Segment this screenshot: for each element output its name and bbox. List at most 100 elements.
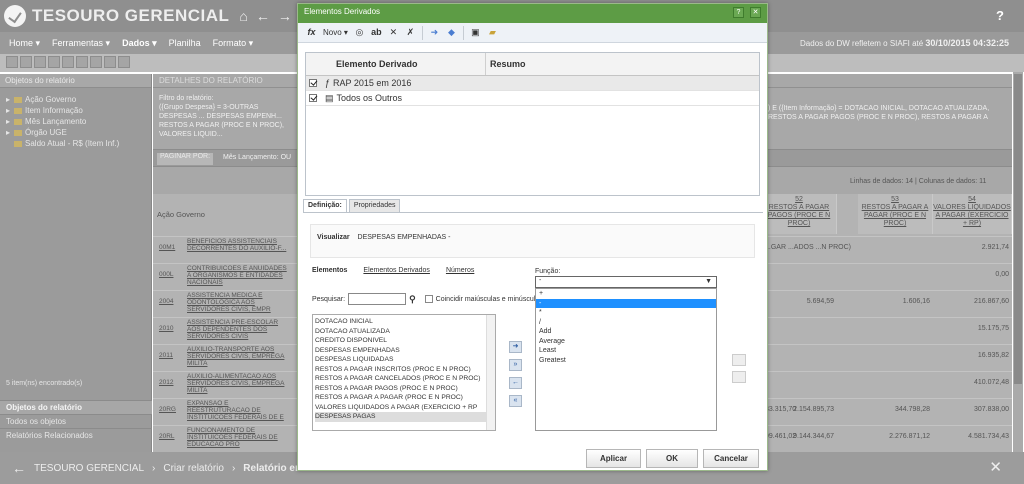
match-case-checkbox[interactable]	[424, 295, 433, 303]
remove-arrow-icon[interactable]: ←	[509, 377, 522, 389]
dialog-help-button[interactable]: ?	[733, 7, 744, 18]
breadcrumb-item[interactable]: TESOURO GERENCIAL	[34, 463, 144, 474]
tree-item[interactable]: ▸ Órgão UGE	[0, 127, 151, 138]
new-button[interactable]: Novo ▾	[323, 28, 348, 37]
column-header[interactable]: 53 RESTOS A PAGAR A PAGAR (PROC E N PROC)	[858, 194, 933, 234]
field-item[interactable]: VALORES LIQUIDADOS A PAGAR (EXERCICIO + …	[315, 403, 493, 413]
tree-item[interactable]: ▸ Mês Lançamento	[0, 116, 151, 127]
field-item[interactable]: RESTOS A PAGAR PAGOS (PROC E N PROC)	[315, 384, 493, 394]
field-item[interactable]: DESPESAS PAGAS	[315, 412, 493, 422]
row-code[interactable]: 2010	[159, 325, 179, 332]
function-option[interactable]: Least	[536, 346, 716, 356]
column-header[interactable]: 52 RESTOS A PAGAR PAGOS (PROC E N PROC)	[762, 194, 837, 234]
row-name[interactable]: CONTRIBUICOES E ANUIDADES A ORGANISMOS E…	[187, 265, 287, 286]
row-code[interactable]: 2012	[159, 379, 179, 386]
back-arrow-icon[interactable]: ←	[12, 460, 26, 476]
row-code[interactable]: 000L	[159, 271, 179, 278]
function-option[interactable]: +	[536, 289, 716, 299]
function-select[interactable]: - ▼	[535, 276, 717, 288]
function-option[interactable]: -	[536, 298, 716, 308]
breadcrumb-item[interactable]: Criar relatório	[163, 463, 224, 474]
up-button[interactable]	[732, 354, 746, 366]
help-button[interactable]: ?	[996, 8, 1004, 23]
field-item[interactable]: RESTOS A PAGAR CANCELADOS (PROC E N PROC…	[315, 374, 493, 384]
rename-icon[interactable]: ab	[371, 27, 382, 38]
chevron-down-icon[interactable]: ▼	[705, 278, 712, 285]
field-item[interactable]: DOTACAO INICIAL	[315, 317, 493, 327]
function-option[interactable]: Add	[536, 327, 716, 337]
field-list[interactable]: DOTACAO INICIAL DOTACAO ATUALIZADA CREDITO…	[312, 314, 496, 431]
column-header[interactable]: 54 VALORES LIQUIDADOS A PAGAR (EXERCICIO …	[933, 194, 1012, 234]
tab-definicao[interactable]: Definição:	[303, 199, 347, 212]
field-item[interactable]: CREDITO DISPONIVEL	[315, 336, 493, 346]
dialog-close-button[interactable]: ✕	[750, 7, 761, 18]
row-name[interactable]: AUXILIO-ALIMENTACAO AOS SERVIDORES CIVIS…	[187, 373, 287, 394]
row-code[interactable]: 2004	[159, 298, 179, 305]
element-checkbox[interactable]	[309, 94, 317, 102]
menu-item[interactable]: Formato ▾	[213, 38, 254, 49]
group-icon[interactable]: ◎	[354, 27, 365, 38]
tree-item[interactable]: Saldo Atual - R$ (Item Inf.)	[0, 138, 151, 149]
open-folder-icon[interactable]: ▰	[487, 27, 498, 38]
menu-item[interactable]: Planilha	[169, 38, 201, 48]
field-item[interactable]: RESTOS A PAGAR A PAGAR (PROC E N PROC)	[315, 393, 493, 403]
remove-all-arrow-icon[interactable]: «	[509, 395, 522, 407]
delete-all-icon[interactable]: ✗	[405, 27, 416, 38]
save-icon[interactable]	[6, 56, 18, 68]
move-up-icon[interactable]: ➜	[429, 27, 440, 38]
row-name[interactable]: ASSISTENCIA PRE-ESCOLAR AOS DEPENDENTES …	[187, 319, 287, 340]
add-all-arrow-icon[interactable]: »	[509, 359, 522, 371]
cancel-button[interactable]: Cancelar	[703, 449, 759, 468]
undo-icon[interactable]	[20, 56, 32, 68]
search-input[interactable]	[348, 293, 407, 305]
object-tab[interactable]: Todos os objetos	[0, 414, 152, 428]
subtab-elementos-derivados[interactable]: Elementos Derivados	[363, 267, 430, 274]
sort-icon[interactable]	[90, 56, 102, 68]
subtab-elementos[interactable]: Elementos	[312, 267, 347, 274]
field-item[interactable]: DESPESAS LIQUIDADAS	[315, 355, 493, 365]
pivot-icon[interactable]	[76, 56, 88, 68]
down-button[interactable]	[732, 371, 746, 383]
menu-item[interactable]: Dados ▾	[122, 38, 157, 49]
object-tab[interactable]: Relatórios Relacionados	[0, 428, 152, 442]
row-code[interactable]: 20RG	[159, 406, 179, 413]
function-option[interactable]: *	[536, 308, 716, 318]
search-icon[interactable]: ⚲	[409, 294, 416, 305]
apply-button[interactable]: Aplicar	[586, 449, 641, 468]
expand-arrow-icon[interactable]: ▸	[6, 128, 11, 137]
row-name[interactable]: ASSISTENCIA MEDICA E ODONTOLOGICA AOS SE…	[187, 292, 287, 313]
field-item[interactable]: DESPESAS EMPENHADAS	[315, 346, 493, 356]
function-dropdown-list[interactable]: + - * / Add Average Least Greatest	[535, 288, 717, 431]
back-icon[interactable]: ←	[256, 8, 270, 24]
scroll-thumb[interactable]	[1014, 74, 1022, 384]
menu-item[interactable]: Home ▾	[9, 38, 40, 49]
row-name[interactable]: FUNCIONAMENTO DE INSTITUICOES FEDERAIS D…	[187, 427, 287, 448]
row-name[interactable]: EXPANSAO E REESTRUTURACAO DE INSTITUICOE…	[187, 400, 287, 421]
delete-icon[interactable]: ✕	[388, 27, 399, 38]
export-icon[interactable]	[118, 56, 130, 68]
expand-arrow-icon[interactable]: ▸	[6, 95, 11, 104]
home-icon[interactable]: ⌂	[239, 8, 247, 24]
object-tab[interactable]: Objetos do relatório	[0, 400, 152, 414]
row-code[interactable]: 2011	[159, 352, 179, 359]
graph-icon[interactable]	[62, 56, 74, 68]
ok-button[interactable]: OK	[646, 449, 698, 468]
function-option[interactable]: Greatest	[536, 356, 716, 366]
forward-icon[interactable]: →	[278, 8, 292, 24]
element-checkbox[interactable]	[309, 79, 317, 87]
add-arrow-icon[interactable]: ➜	[509, 341, 522, 353]
filter-icon[interactable]	[104, 56, 116, 68]
grid-icon[interactable]	[48, 56, 60, 68]
derived-element-row[interactable]: ▤ Todos os Outros	[306, 91, 759, 106]
move-down-icon[interactable]: ◆	[446, 27, 457, 38]
expand-arrow-icon[interactable]: ▸	[6, 106, 11, 115]
function-option[interactable]: Average	[536, 337, 716, 347]
row-code[interactable]: 20RL	[159, 433, 179, 440]
menu-item[interactable]: Ferramentas ▾	[52, 38, 110, 49]
tree-item[interactable]: ▸ Item Informação	[0, 105, 151, 116]
field-item[interactable]: DOTACAO ATUALIZADA	[315, 327, 493, 337]
function-option[interactable]: /	[536, 318, 716, 328]
row-name[interactable]: AUXILIO-TRANSPORTE AOS SERVIDORES CIVIS,…	[187, 346, 287, 367]
subtab-numeros[interactable]: Números	[446, 267, 474, 274]
expand-arrow-icon[interactable]: ▸	[6, 117, 11, 126]
